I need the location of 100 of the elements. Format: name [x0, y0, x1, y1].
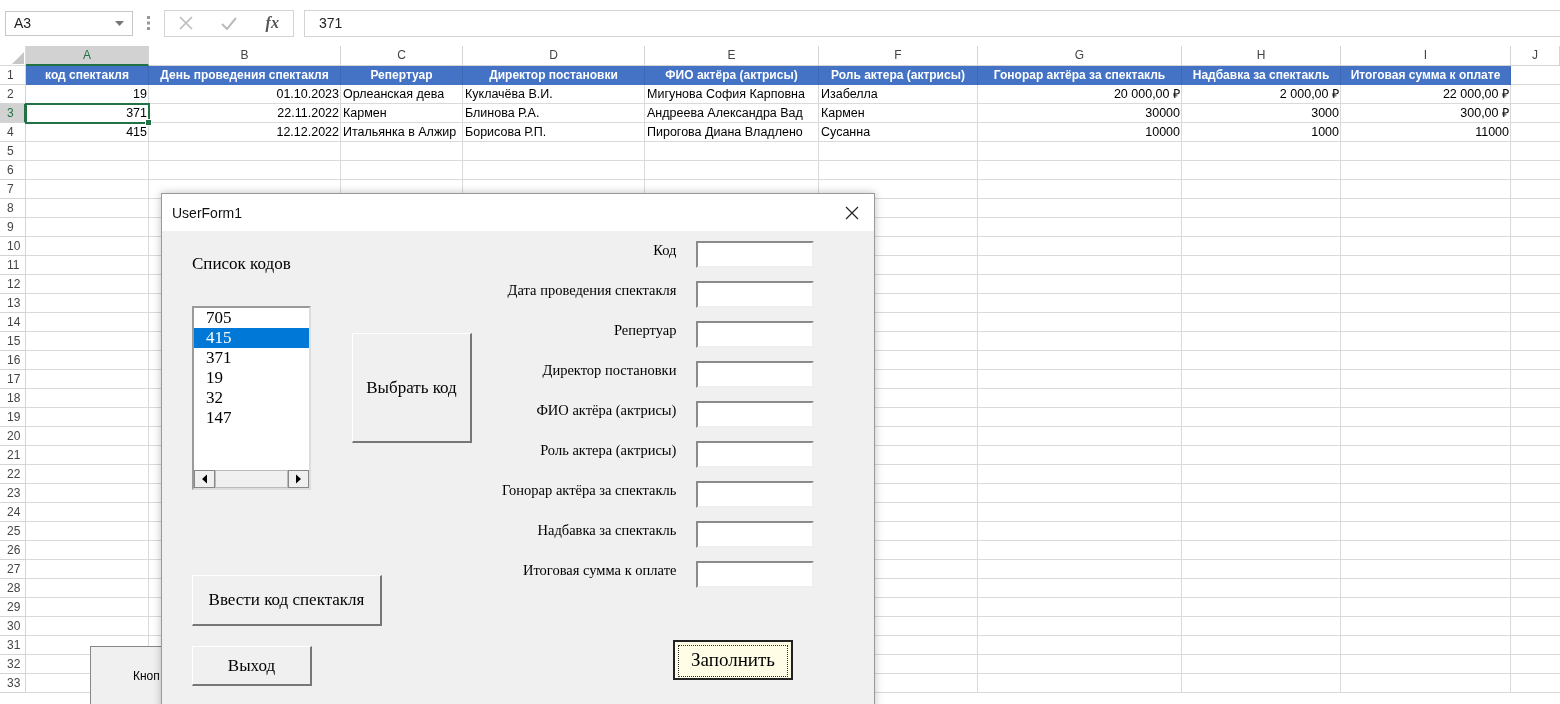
- row-header[interactable]: 4: [0, 123, 26, 142]
- column-title-cell: Роль актера (актрисы): [819, 66, 978, 85]
- column-header[interactable]: C: [341, 46, 463, 66]
- column-header[interactable]: F: [819, 46, 978, 66]
- list-item[interactable]: 705: [194, 308, 309, 328]
- field-label: Код: [653, 241, 677, 259]
- table-cell-text: Итальянка в Алжир: [342, 124, 458, 141]
- field-label: Надбавка за спектакль: [537, 521, 677, 539]
- column-header[interactable]: H: [1182, 46, 1341, 66]
- row-header[interactable]: 15: [0, 332, 26, 351]
- row-header[interactable]: 26: [0, 541, 26, 560]
- row-header[interactable]: 17: [0, 370, 26, 389]
- field-label: Гонорар актёра за спектакль: [502, 481, 677, 499]
- row-header[interactable]: 31: [0, 636, 26, 655]
- column-title-cell: Директор постановки: [463, 66, 645, 85]
- table-cell-text: 20 000,00 ₽: [1112, 86, 1181, 103]
- row-header[interactable]: 7: [0, 180, 26, 199]
- text-field[interactable]: [696, 521, 815, 548]
- text-field[interactable]: [696, 281, 815, 308]
- column-header[interactable]: A: [26, 46, 149, 66]
- select-code-button[interactable]: Выбрать код: [352, 333, 472, 443]
- row-header[interactable]: 21: [0, 446, 26, 465]
- column-header[interactable]: J: [1511, 46, 1560, 66]
- table-cell-text: 19: [132, 86, 148, 103]
- list-item[interactable]: 32: [194, 388, 309, 408]
- row-header[interactable]: 23: [0, 484, 26, 503]
- table-cell-text: Орлеанская дева: [342, 86, 446, 103]
- row-header[interactable]: 33: [0, 674, 26, 693]
- row-header[interactable]: 10: [0, 237, 26, 256]
- column-header[interactable]: E: [645, 46, 819, 66]
- row-header[interactable]: 27: [0, 560, 26, 579]
- list-item[interactable]: 371: [194, 348, 309, 368]
- cancel-icon[interactable]: [179, 16, 194, 30]
- table-cell-text: 2 000,00 ₽: [1278, 86, 1340, 103]
- exit-button[interactable]: Выход: [192, 646, 312, 686]
- column-header[interactable]: G: [978, 46, 1182, 66]
- table-cell-text: 01.10.2023: [275, 86, 340, 103]
- text-field[interactable]: [696, 441, 815, 468]
- row-header[interactable]: 22: [0, 465, 26, 484]
- row-header[interactable]: 29: [0, 598, 26, 617]
- enter-code-button[interactable]: Ввести код спектакля: [192, 575, 382, 626]
- list-item[interactable]: 19: [194, 368, 309, 388]
- row-header[interactable]: 32: [0, 655, 26, 674]
- row-header[interactable]: 18: [0, 389, 26, 408]
- text-field[interactable]: [696, 481, 815, 508]
- table-cell-text: 10000: [1144, 124, 1181, 141]
- row-header[interactable]: 13: [0, 294, 26, 313]
- insert-function-button[interactable]: fx: [265, 14, 279, 32]
- text-field[interactable]: [696, 401, 815, 428]
- column-title-cell: Итоговая сумма к оплате: [1341, 66, 1511, 85]
- name-box[interactable]: A3: [5, 10, 133, 36]
- row-header[interactable]: 28: [0, 579, 26, 598]
- column-header[interactable]: D: [463, 46, 645, 66]
- horizontal-scrollbar[interactable]: [194, 470, 309, 488]
- row-header[interactable]: 6: [0, 161, 26, 180]
- list-item[interactable]: 147: [194, 408, 309, 428]
- text-field[interactable]: [696, 241, 815, 268]
- table-cell-text: Блинова Р.А.: [464, 105, 541, 122]
- text-field[interactable]: [696, 361, 815, 388]
- row-header[interactable]: 8: [0, 199, 26, 218]
- table-cell-text: 22.11.2022: [276, 105, 340, 122]
- table-cell-text: Пирогова Диана Владлено: [646, 124, 804, 141]
- row-header[interactable]: 12: [0, 275, 26, 294]
- column-title-cell: Гонорар актёра за спектакль: [978, 66, 1182, 85]
- field-label: Директор постановки: [542, 361, 677, 379]
- column-header[interactable]: I: [1341, 46, 1511, 66]
- close-icon[interactable]: [845, 205, 859, 220]
- drag-handle-icon[interactable]: [147, 16, 150, 30]
- row-header[interactable]: 3: [0, 104, 26, 123]
- check-icon[interactable]: [221, 16, 238, 30]
- table-cell-text: Сусанна: [820, 124, 872, 141]
- row-header[interactable]: 30: [0, 617, 26, 636]
- row-header[interactable]: 16: [0, 351, 26, 370]
- table-cell-text: Куклачёва В.И.: [464, 86, 554, 103]
- text-field[interactable]: [696, 321, 815, 348]
- row-header[interactable]: 20: [0, 427, 26, 446]
- table-cell-text: Мигунова София Карповна: [646, 86, 806, 103]
- row-header[interactable]: 24: [0, 503, 26, 522]
- table-cell-text: Кармен: [820, 105, 866, 122]
- row-header[interactable]: 14: [0, 313, 26, 332]
- row-header[interactable]: 11: [0, 256, 26, 275]
- code-list[interactable]: 705 415 371 19 32 147: [192, 306, 311, 490]
- dropdown-caret-icon: [115, 20, 124, 26]
- row-header[interactable]: 19: [0, 408, 26, 427]
- field-label: Роль актера (актрисы): [540, 441, 677, 459]
- table-cell-text: 1000: [1310, 124, 1340, 141]
- text-field[interactable]: [696, 561, 815, 588]
- formula-field[interactable]: 371: [304, 9, 1560, 37]
- table-cell-text: Изабелла: [820, 86, 879, 103]
- table-cell-text: Борисова Р.П.: [464, 124, 548, 141]
- field-label: Дата проведения спектакля: [507, 281, 677, 299]
- table-cell-text: Андреева Александра Вад: [646, 105, 804, 122]
- column-title-cell: ФИО актёра (актрисы): [645, 66, 819, 85]
- list-item[interactable]: 415: [194, 328, 309, 348]
- fill-button[interactable]: Заполнить: [673, 640, 793, 680]
- row-header[interactable]: 5: [0, 142, 26, 161]
- row-header[interactable]: 25: [0, 522, 26, 541]
- column-header[interactable]: B: [149, 46, 341, 66]
- table-cell-text: 11000: [1474, 124, 1510, 141]
- row-header[interactable]: 9: [0, 218, 26, 237]
